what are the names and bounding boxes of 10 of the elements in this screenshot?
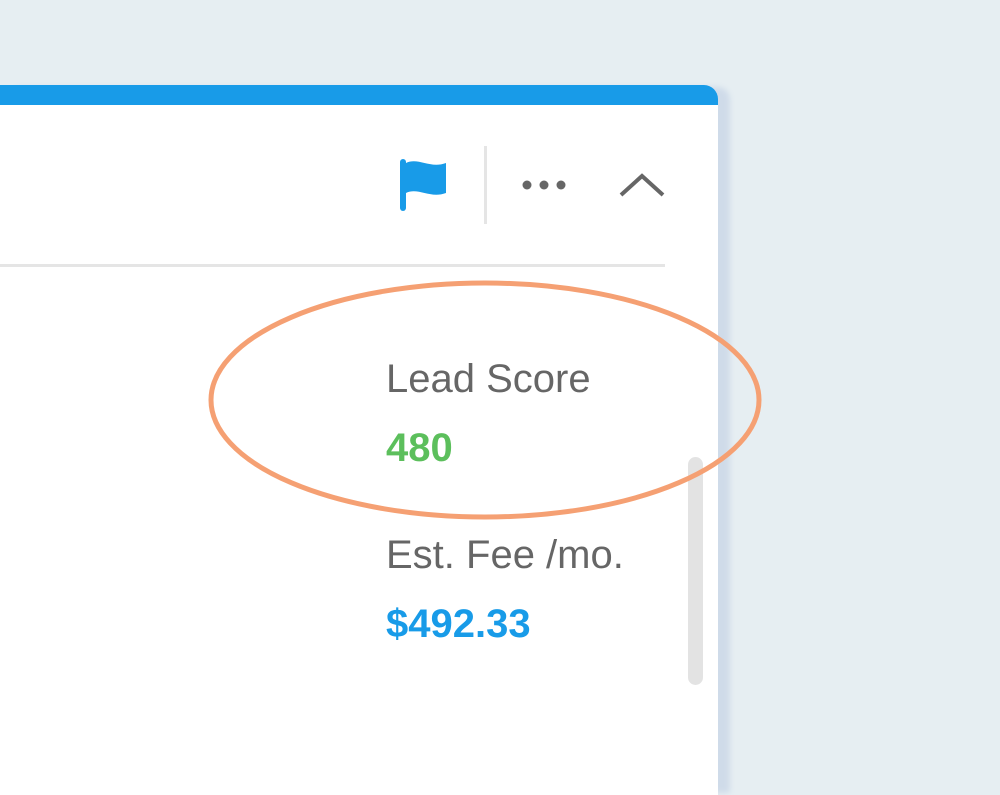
more-icon: [522, 180, 566, 190]
collapse-button[interactable]: [619, 172, 665, 198]
scrollbar[interactable]: [688, 457, 703, 685]
metric-label: Lead Score: [386, 356, 592, 403]
metric-value: 480: [386, 425, 454, 472]
metric-value: $492.33: [386, 601, 532, 648]
metric-label: Est. Fee /mo.: [386, 532, 625, 579]
chevron-up-icon: [619, 172, 665, 196]
flag-button[interactable]: [400, 158, 448, 210]
flag-icon: [400, 158, 448, 210]
